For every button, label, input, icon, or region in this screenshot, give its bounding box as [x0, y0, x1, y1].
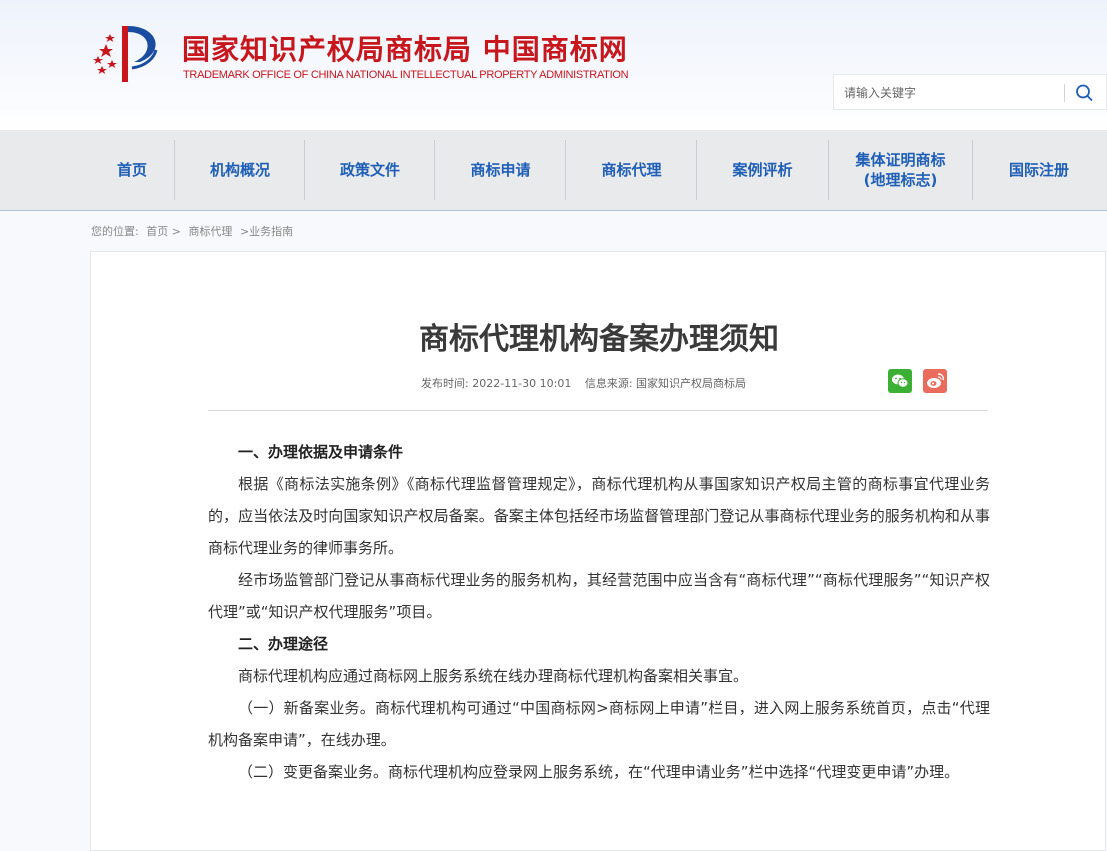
main-nav: 首页 机构概况 政策文件 商标申请 商标代理 案例评析 集体证明商标 (地理标志…: [0, 130, 1107, 211]
paragraph: 根据《商标法实施条例》《商标代理监督管理规定》，商标代理机构从事国家知识产权局主…: [208, 475, 990, 557]
breadcrumb-link-agency[interactable]: 商标代理: [188, 225, 232, 238]
section-heading: 二、办理途径: [238, 635, 329, 653]
nav-item-about[interactable]: 机构概况: [175, 130, 305, 210]
site-title[interactable]: 国家知识产权局商标局 中国商标网: [182, 28, 628, 68]
nav-item-policy[interactable]: 政策文件: [305, 130, 435, 210]
search-box: [833, 74, 1107, 110]
site-header: 国家知识产权局商标局 中国商标网 TRADEMARK OFFICE OF CHI…: [0, 0, 1107, 130]
nav-item-home[interactable]: 首页: [88, 130, 176, 210]
nav-item-international[interactable]: 国际注册: [973, 130, 1105, 210]
search-icon[interactable]: [1074, 83, 1096, 103]
breadcrumb-link-home[interactable]: 首页 >: [146, 225, 181, 238]
section-heading: 一、办理依据及申请条件: [238, 443, 404, 461]
search-input[interactable]: [842, 82, 1056, 104]
paragraph: 商标代理机构应通过商标网上服务系统在线办理商标代理机构备案相关事宜。: [238, 667, 749, 685]
article-title: 商标代理机构备案办理须知: [419, 322, 779, 357]
breadcrumb-current[interactable]: >业务指南: [240, 225, 293, 238]
title-divider: [208, 410, 988, 411]
site-subtitle: TRADEMARK OFFICE OF CHINA NATIONAL INTEL…: [183, 69, 629, 81]
nav-item-collective-marks[interactable]: 集体证明商标 (地理标志): [829, 130, 972, 210]
article-panel: 商标代理机构备案办理须知 发布时间: 2022-11-30 10:01 信息来源…: [90, 251, 1106, 851]
nav-item-application[interactable]: 商标申请: [435, 130, 566, 210]
breadcrumb: 您的位置: 首页 > 商标代理 >业务指南: [91, 223, 297, 239]
publish-time: 发布时间: 2022-11-30 10:01: [421, 377, 572, 390]
cnipa-emblem-icon[interactable]: [88, 22, 172, 88]
breadcrumb-prefix: 您的位置:: [91, 225, 139, 238]
paragraph: （二）变更备案业务。商标代理机构应登录网上服务系统，在“代理申请业务”栏中选择“…: [238, 763, 960, 781]
article-body: 一、办理依据及申请条件 根据《商标法实施条例》《商标代理监督管理规定》，商标代理…: [208, 436, 990, 788]
article-meta: 发布时间: 2022-11-30 10:01 信息来源: 国家知识产权局商标局: [421, 375, 756, 391]
nav-item-agency[interactable]: 商标代理: [566, 130, 697, 210]
info-source: 信息来源: 国家知识产权局商标局: [584, 377, 747, 390]
search-divider: [1064, 84, 1065, 102]
weibo-icon[interactable]: [923, 369, 947, 393]
paragraph: 经市场监管部门登记从事商标代理业务的服务机构，其经营范围中应当含有“商标代理”“…: [208, 571, 990, 621]
nav-item-cases[interactable]: 案例评析: [697, 130, 828, 210]
wechat-icon[interactable]: [888, 369, 912, 393]
paragraph: （一）新备案业务。商标代理机构可通过“中国商标网>商标网上申请”栏目，进入网上服…: [208, 699, 990, 749]
